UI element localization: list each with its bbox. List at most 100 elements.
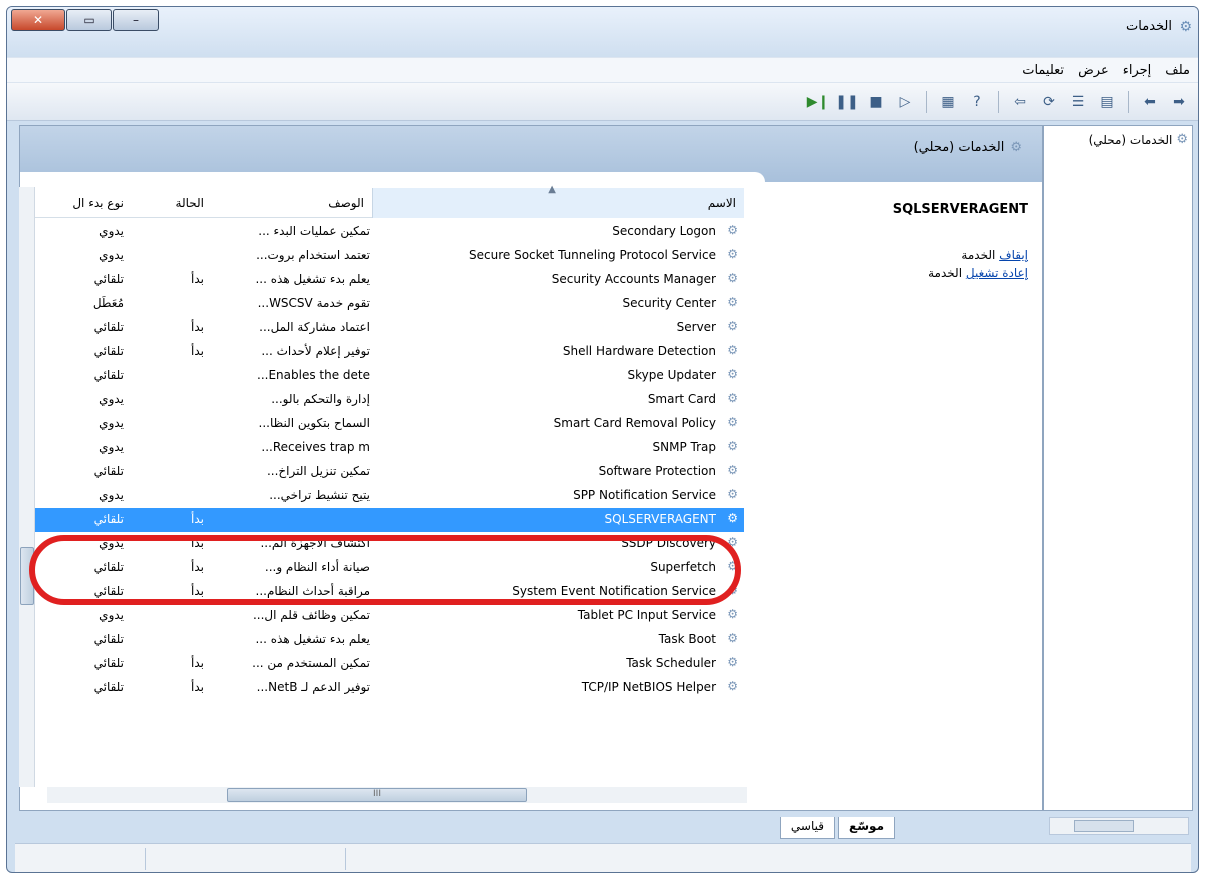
restart-service-link[interactable]: إعادة تشغيل	[966, 266, 1028, 280]
export-list-icon[interactable]: ⇦	[1009, 91, 1031, 113]
services-gear-icon: ⚙	[1176, 132, 1188, 147]
menu-action[interactable]: إجراء	[1123, 63, 1152, 78]
service-startup-type: يدوي	[99, 224, 124, 238]
column-header-name[interactable]: ▲	[372, 184, 744, 218]
vertical-scrollbar[interactable]	[19, 187, 35, 787]
column-header-status[interactable]: الحالة	[176, 196, 204, 210]
extended-description-pane: SQLSERVERAGENT إيقاف الخدمة إعادة تشغيل …	[892, 202, 1028, 280]
horizontal-scrollbar[interactable]: III	[47, 787, 747, 803]
show-hide-tree-icon[interactable]: ▤	[1096, 91, 1118, 113]
service-status: بدأ	[191, 320, 204, 334]
service-startup-type: تلقائي	[93, 512, 124, 526]
service-row[interactable]: ⚙ SPP Notification Service يتيح تنشيط تراخ…	[20, 484, 744, 508]
service-startup-type: تلقائي	[93, 344, 124, 358]
service-name: Smart Card Removal Policy	[553, 416, 716, 430]
service-startup-type: يدوي	[99, 392, 124, 406]
start-service-icon[interactable]: ▷	[894, 91, 916, 113]
column-header-startup-type[interactable]: نوع بدء ال	[72, 196, 124, 210]
properties-icon[interactable]: ☰	[1067, 91, 1089, 113]
title-bar: ✕ ▭ – ⚙ الخدمات	[7, 7, 1198, 57]
tree-scroll-thumb[interactable]	[1074, 820, 1134, 832]
service-gear-icon: ⚙	[727, 223, 738, 237]
service-row[interactable]: ⚙ SQLSERVERAGENT بدأ تلقائي	[20, 508, 744, 532]
service-name: Secondary Logon	[612, 224, 716, 238]
service-startup-type: يدوي	[99, 488, 124, 502]
service-description: تمكين المستخدم من ...	[252, 656, 370, 670]
service-startup-type: تلقائي	[93, 656, 124, 670]
service-gear-icon: ⚙	[727, 655, 738, 669]
tab-standard[interactable]: قياسي	[779, 817, 835, 839]
show-action-pane-icon[interactable]: ▦	[937, 91, 959, 113]
service-description: تعتمد استخدام بروت...	[256, 248, 370, 262]
service-name: Task Boot	[658, 632, 716, 646]
service-row[interactable]: ⚙ Software Protection تمكين تنزيل التراخ..…	[20, 460, 744, 484]
window-controls: ✕ ▭ –	[11, 9, 159, 31]
tab-extended[interactable]: موسّع	[838, 817, 895, 839]
service-row[interactable]: ⚙ Security Center تقوم خدمة WSCSV... مُعَطَ…	[20, 292, 744, 316]
service-startup-type: يدوي	[99, 248, 124, 262]
service-startup-type: تلقائي	[93, 272, 124, 286]
menu-help[interactable]: تعليمات	[1022, 63, 1064, 78]
service-status: بدأ	[191, 680, 204, 694]
results-title: ⚙ الخدمات (محلي)	[913, 140, 1022, 155]
stop-service-link[interactable]: إيقاف	[999, 248, 1028, 262]
column-header-description[interactable]: الوصف	[328, 196, 364, 210]
toolbar: ➡ ⬅ ▤ ☰ ⟳ ⇦ ? ▦ ▷ ■ ❚❚ ❙▶	[7, 83, 1198, 121]
service-description: اعتماد مشاركة المل...	[259, 320, 370, 334]
service-row[interactable]: ⚙ Task Scheduler تمكين المستخدم من ... بدأ ت…	[20, 652, 744, 676]
service-row[interactable]: ⚙ Secondary Logon تمكين عمليات البدء ... يد…	[20, 220, 744, 244]
service-gear-icon: ⚙	[727, 295, 738, 309]
menu-file[interactable]: ملف	[1165, 63, 1190, 78]
service-row[interactable]: ⚙ Security Accounts Manager يعلم بدء تشغيل…	[20, 268, 744, 292]
service-name: Security Accounts Manager	[551, 272, 716, 286]
service-row[interactable]: ⚙ Server اعتماد مشاركة المل... بدأ تلقائي	[20, 316, 744, 340]
service-gear-icon: ⚙	[727, 439, 738, 453]
service-name: SPP Notification Service	[573, 488, 716, 502]
maximize-button[interactable]: ▭	[66, 9, 112, 31]
stop-service-icon[interactable]: ■	[865, 91, 887, 113]
service-row[interactable]: ⚙ Skype Updater Enables the dete... تلقائي	[20, 364, 744, 388]
column-headers: ▲ الاسم الوصف الحالة نوع بدء ال	[20, 184, 744, 218]
service-row[interactable]: ⚙ TCP/IP NetBIOS Helper توفير الدعم لـ Net…	[20, 676, 744, 700]
service-status: بدأ	[191, 512, 204, 526]
service-name: Task Scheduler	[626, 656, 716, 670]
service-description: يعلم بدء تشغيل هذه ...	[255, 272, 370, 286]
service-gear-icon: ⚙	[727, 487, 738, 501]
minimize-button[interactable]: –	[113, 9, 159, 31]
service-row[interactable]: ⚙ Smart Card Removal Policy السماح بتكوين …	[20, 412, 744, 436]
back-icon[interactable]: ⬅	[1139, 91, 1161, 113]
service-gear-icon: ⚙	[727, 271, 738, 285]
horizontal-scroll-thumb[interactable]: III	[227, 788, 527, 802]
service-row[interactable]: ⚙ Secure Socket Tunneling Protocol Servic…	[20, 244, 744, 268]
service-name: Software Protection	[598, 464, 716, 478]
service-status: بدأ	[191, 344, 204, 358]
service-name: Secure Socket Tunneling Protocol Service	[469, 248, 716, 262]
service-row[interactable]: ⚙ SNMP Trap Receives trap m... يدوي	[20, 436, 744, 460]
service-description: السماح بتكوين النظا...	[258, 416, 370, 430]
service-name: Tablet PC Input Service	[577, 608, 716, 622]
service-gear-icon: ⚙	[727, 631, 738, 645]
resume-service-icon[interactable]: ❙▶	[807, 91, 830, 113]
service-description: تقوم خدمة WSCSV...	[257, 296, 370, 310]
service-row[interactable]: ⚙ Task Boot يعلم بدء تشغيل هذه ... تلقائي	[20, 628, 744, 652]
service-row[interactable]: ⚙ Shell Hardware Detection توفير إعلام لأح…	[20, 340, 744, 364]
annotation-highlight	[29, 535, 741, 605]
service-startup-type: يدوي	[99, 440, 124, 454]
refresh-icon[interactable]: ⟳	[1038, 91, 1060, 113]
service-startup-type: تلقائي	[93, 680, 124, 694]
service-name: SNMP Trap	[652, 440, 716, 454]
service-description: يعلم بدء تشغيل هذه ...	[255, 632, 370, 646]
service-name: Smart Card	[647, 392, 716, 406]
tree-horizontal-scrollbar[interactable]	[1049, 817, 1189, 835]
pause-service-icon[interactable]: ❚❚	[835, 91, 858, 113]
services-list[interactable]: ▲ الاسم الوصف الحالة نوع بدء ال ⚙ Seconda…	[20, 184, 744, 788]
service-row[interactable]: ⚙ Smart Card إدارة والتحكم بالو... يدوي	[20, 388, 744, 412]
service-startup-type: يدوي	[99, 416, 124, 430]
menu-view[interactable]: عرض	[1078, 63, 1109, 78]
tree-node-services-local[interactable]: ⚙ الخدمات (محلي)	[1089, 132, 1188, 147]
service-row[interactable]: ⚙ Tablet PC Input Service تمكين وظائف قلم …	[20, 604, 744, 628]
service-description: تمكين تنزيل التراخ...	[266, 464, 370, 478]
close-button[interactable]: ✕	[11, 9, 65, 31]
forward-icon[interactable]: ➡	[1168, 91, 1190, 113]
help-icon[interactable]: ?	[966, 91, 988, 113]
